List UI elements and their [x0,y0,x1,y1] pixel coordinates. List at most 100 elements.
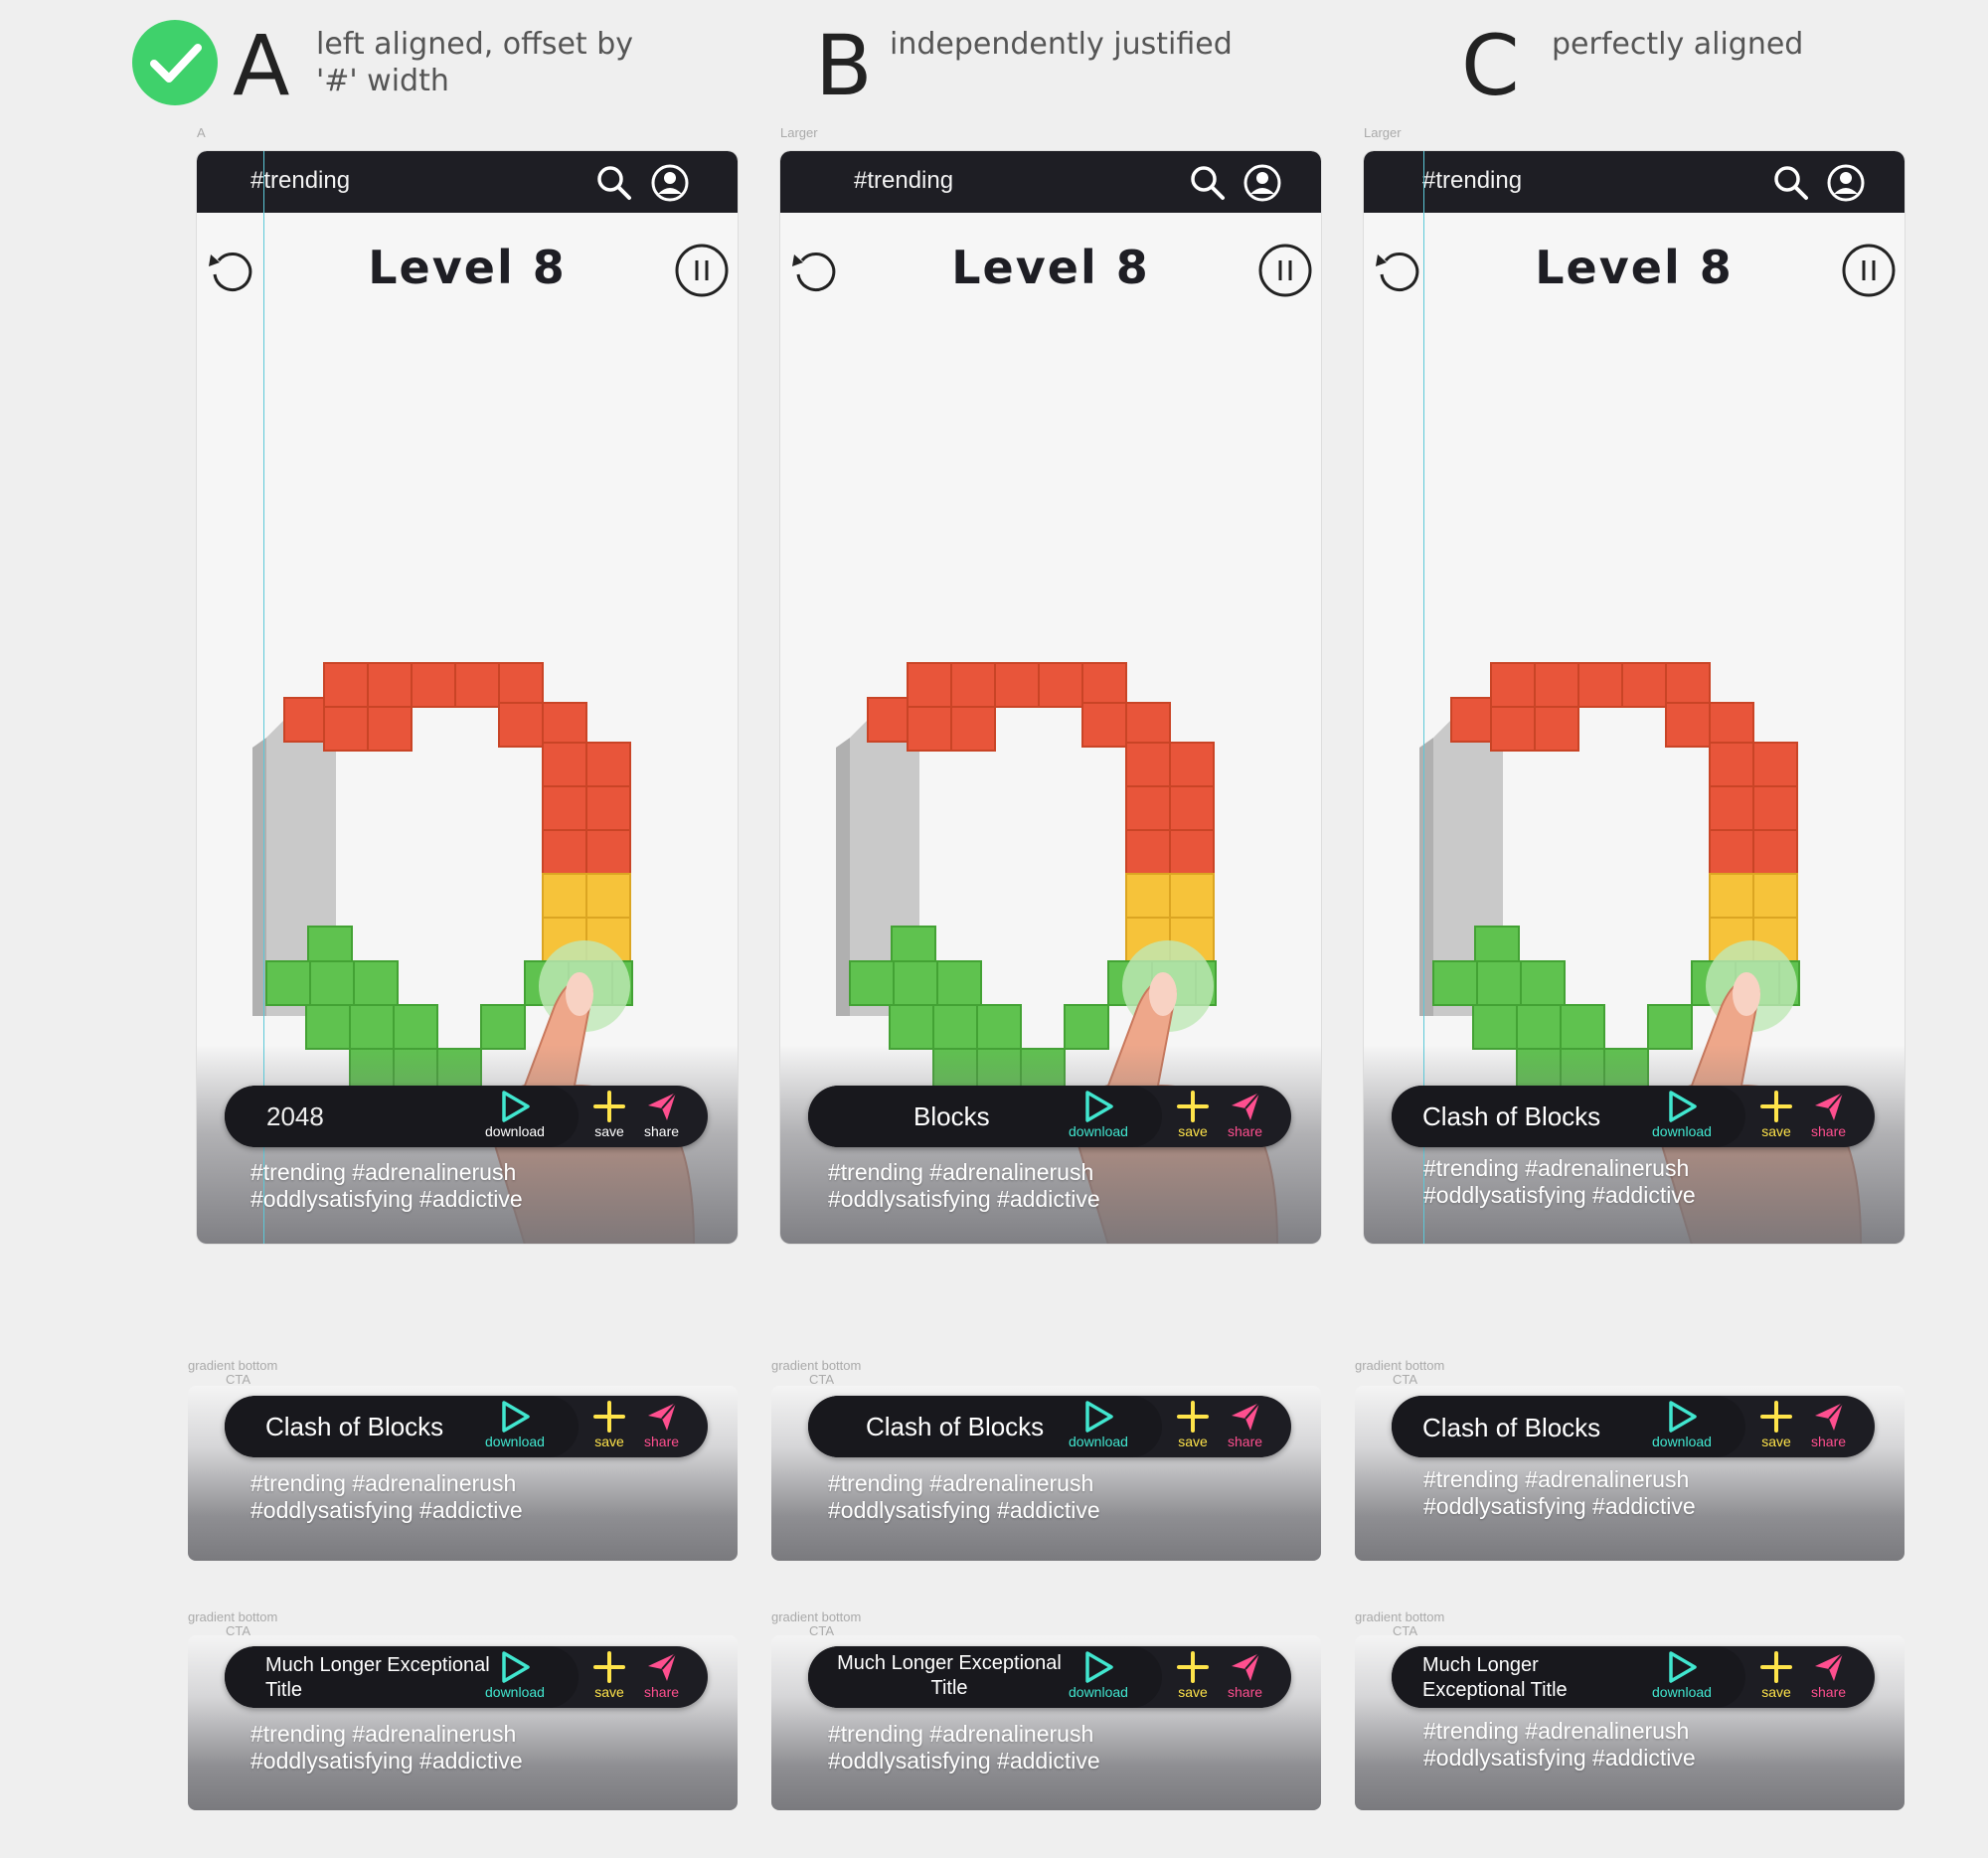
hashtags: #trending #adrenalinerush #oddlysatisfyin… [828,1721,1100,1774]
plus-icon [593,1401,625,1433]
frame-label: Larger [1364,125,1402,140]
save-button[interactable]: save [1176,1400,1210,1449]
play-icon [1085,1091,1113,1122]
save-button[interactable]: save [592,1400,626,1449]
cta-bar: Much Longer Exceptional Title download sa… [1392,1646,1875,1708]
download-button[interactable]: download [1069,1400,1128,1449]
save-button[interactable]: save [1759,1400,1793,1449]
top-bar: #trending [197,151,738,213]
hashtags: #trending #adrenalinerush #oddlysatisfyin… [828,1470,1100,1523]
hashtags: #trending #adrenalinerush #oddlysatisfyin… [1423,1155,1696,1208]
variant-b-letter: B [815,17,873,114]
share-button[interactable]: share [1811,1090,1846,1139]
cta-bar: Blocks download save share [808,1086,1291,1147]
hashtags: #trending #adrenalinerush #oddlysatisfyin… [250,1470,523,1523]
play-icon [1669,1401,1697,1433]
save-button[interactable]: save [1759,1650,1793,1700]
game-title[interactable]: Blocks [913,1102,990,1130]
phone-frame-c: #trending Level 8 [1364,151,1905,1244]
cta-bar: Clash of Blocks download save share [808,1396,1291,1457]
cta-bar: Much Longer Exceptional Title download sa… [808,1646,1291,1708]
search-icon[interactable] [594,163,634,203]
game-title[interactable]: Clash of Blocks [265,1413,443,1440]
card-label: gradient bottom CTA [1355,1358,1445,1387]
download-button[interactable]: download [1652,1090,1712,1139]
play-icon [502,1091,530,1122]
hashtags: #trending #adrenalinerush #oddlysatisfyin… [250,1159,523,1212]
send-icon [1231,1402,1260,1431]
variant-a-description: left aligned, offset by '#' width [316,27,634,98]
plus-icon [1177,1401,1209,1433]
trending-tab[interactable]: #trending [1422,167,1522,195]
card-label: gradient bottom CTA [1355,1609,1445,1638]
share-button[interactable]: share [644,1650,679,1700]
download-button[interactable]: download [485,1090,545,1139]
download-button[interactable]: download [485,1650,545,1700]
save-button[interactable]: save [1176,1650,1210,1700]
download-button[interactable]: download [1652,1400,1712,1449]
plus-icon [1760,1401,1792,1433]
cta-bar: Clash of Blocks download save share [225,1396,708,1457]
game-title[interactable]: Clash of Blocks [1422,1414,1600,1441]
phone-frame-b: #trending Level 8 [780,151,1321,1244]
variant-c-letter: C [1461,17,1520,114]
pause-icon[interactable] [1841,243,1897,298]
trending-tab[interactable]: #trending [250,167,350,195]
play-icon [502,1651,530,1683]
send-icon [647,1652,677,1681]
send-icon [1814,1092,1844,1120]
game-title[interactable]: Clash of Blocks [1422,1102,1600,1130]
variant-a-letter: A [233,17,290,114]
card-label: gradient bottom CTA [771,1358,862,1387]
cta-bar: 2048 download save share [225,1086,708,1147]
share-button[interactable]: share [1228,1090,1262,1139]
share-button[interactable]: share [644,1090,679,1139]
plus-icon [1760,1651,1792,1683]
card-label: gradient bottom CTA [771,1609,862,1638]
pause-icon[interactable] [1257,243,1313,298]
send-icon [1231,1652,1260,1681]
download-button[interactable]: download [1069,1090,1128,1139]
profile-icon[interactable] [650,163,690,203]
game-title[interactable]: Much Longer Exceptional Title [265,1653,490,1703]
variant-b-description: independently justified [890,27,1233,62]
save-button[interactable]: save [592,1090,626,1139]
frame-label: A [197,125,206,140]
game-title[interactable]: Much Longer Exceptional Title [1422,1653,1568,1703]
share-button[interactable]: share [1811,1650,1846,1700]
plus-icon [593,1651,625,1683]
plus-icon [1177,1651,1209,1683]
save-button[interactable]: save [592,1650,626,1700]
share-button[interactable]: share [1228,1650,1262,1700]
level-title: Level 8 [368,241,567,294]
play-icon [1669,1091,1697,1122]
search-icon[interactable] [1188,163,1228,203]
download-button[interactable]: download [1069,1650,1128,1700]
plus-icon [1760,1091,1792,1122]
cta-bar: Clash of Blocks download save share [1392,1396,1875,1457]
download-button[interactable]: download [1652,1650,1712,1700]
share-button[interactable]: share [1228,1400,1262,1449]
pause-icon[interactable] [674,243,730,298]
play-icon [1669,1651,1697,1683]
profile-icon[interactable] [1242,163,1282,203]
play-icon [502,1401,530,1433]
profile-icon[interactable] [1826,163,1866,203]
level-title: Level 8 [1535,241,1734,294]
trending-tab[interactable]: #trending [854,167,953,195]
save-button[interactable]: save [1759,1090,1793,1139]
game-title[interactable]: Clash of Blocks [866,1413,1044,1440]
hashtags: #trending #adrenalinerush #oddlysatisfyin… [1423,1718,1696,1771]
download-button[interactable]: download [485,1400,545,1449]
save-button[interactable]: save [1176,1090,1210,1139]
top-bar: #trending [1364,151,1905,213]
hashtags: #trending #adrenalinerush #oddlysatisfyin… [828,1159,1100,1212]
game-title[interactable]: Much Longer Exceptional Title [835,1651,1064,1701]
search-icon[interactable] [1771,163,1811,203]
share-button[interactable]: share [1811,1400,1846,1449]
game-title[interactable]: 2048 [266,1102,324,1130]
plus-icon [593,1091,625,1122]
share-button[interactable]: share [644,1400,679,1449]
alignment-guide [1423,151,1424,1244]
phone-frame-a: #trending Level 8 [197,151,738,1244]
